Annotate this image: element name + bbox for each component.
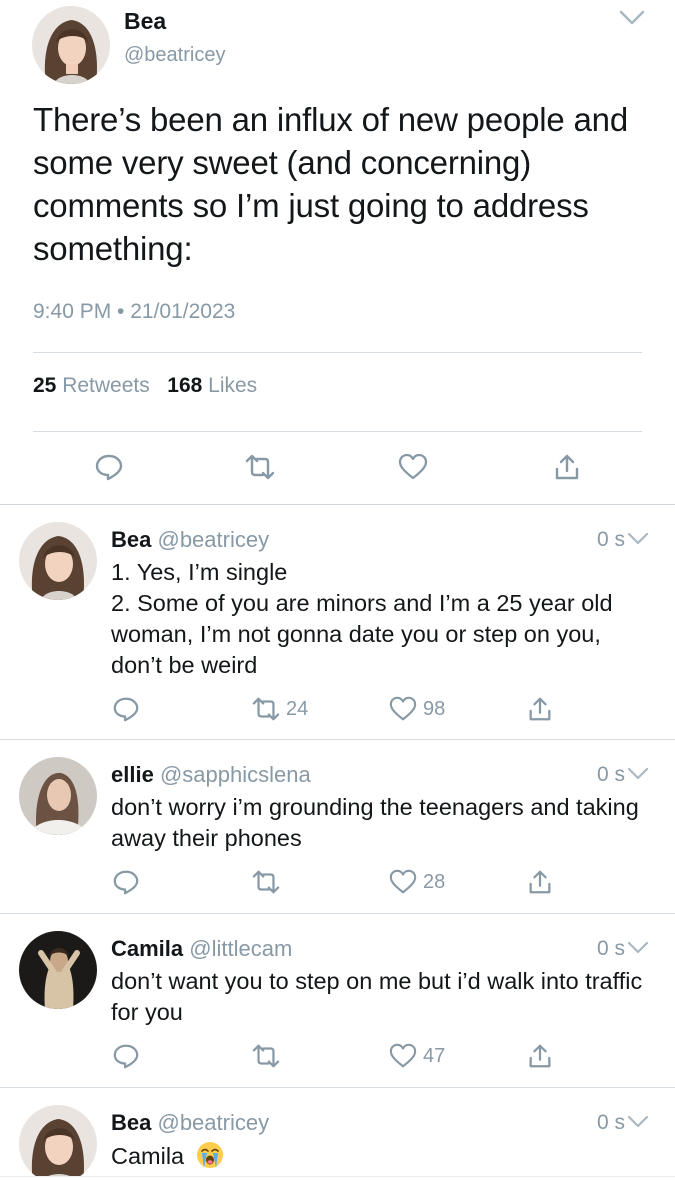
reply-time: 0 s: [596, 937, 625, 960]
author-handle[interactable]: @littlecam: [189, 936, 292, 961]
like-count: 98: [423, 697, 446, 720]
reply-icon[interactable]: [94, 452, 124, 482]
reply-icon[interactable]: [112, 1042, 140, 1070]
reply-time: 0 s: [596, 763, 625, 786]
avatar[interactable]: [32, 6, 110, 84]
reply-tweet[interactable]: ellie @sapphicslena 0 s don’t worry i’m …: [0, 740, 675, 914]
author-handle[interactable]: @beatricey: [157, 1110, 269, 1135]
share-button[interactable]: [526, 694, 554, 724]
divider: [33, 431, 642, 432]
author-handle[interactable]: @beatricey: [157, 527, 269, 552]
author-name[interactable]: Bea: [111, 527, 151, 552]
like-count: 28: [423, 870, 446, 893]
retweet-icon[interactable]: [252, 695, 280, 723]
reply-button[interactable]: [112, 1041, 140, 1071]
author-handle[interactable]: @sapphicslena: [160, 762, 311, 787]
like-icon[interactable]: [398, 452, 428, 482]
main-tweet: Bea @beatricey There’s been an influx of…: [0, 0, 675, 505]
tweet-stats: 25 Retweets 168 Likes: [33, 374, 257, 398]
retweet-button[interactable]: [252, 867, 280, 897]
reply-tweet[interactable]: Bea @beatricey 0 s Camila: [0, 1088, 675, 1183]
reply-icon[interactable]: [112, 695, 140, 723]
reply-tweet[interactable]: Bea @beatricey 0 s 1. Yes, I’m single 2.…: [0, 505, 675, 740]
crying-face-icon: [196, 1142, 223, 1168]
reply-time: 0 s: [596, 528, 625, 551]
reply-tweet[interactable]: Camila @littlecam 0 s don’t want you to …: [0, 914, 675, 1088]
share-icon[interactable]: [552, 452, 582, 482]
like-count: 47: [423, 1044, 446, 1067]
reply-text-line: 1. Yes, I’m single: [111, 559, 288, 585]
reply-header: Bea @beatricey: [111, 1110, 269, 1136]
reply-button[interactable]: [112, 694, 140, 724]
share-button[interactable]: [526, 1041, 554, 1071]
retweet-count: 24: [286, 697, 309, 720]
author-handle[interactable]: @beatricey: [124, 44, 225, 67]
reply-header: Bea @beatricey: [111, 527, 269, 553]
avatar[interactable]: [19, 757, 97, 835]
reply-text: 1. Yes, I’m single 2. Some of you are mi…: [111, 557, 651, 681]
reply-text: don’t worry i’m grounding the teenagers …: [111, 794, 639, 851]
reply-icon[interactable]: [112, 868, 140, 896]
like-button[interactable]: 98: [389, 694, 445, 724]
avatar[interactable]: [19, 522, 97, 600]
reply-actions: 28: [0, 867, 675, 897]
retweet-button[interactable]: 24: [252, 694, 308, 724]
like-button[interactable]: 47: [389, 1041, 445, 1071]
tweet-text: There’s been an influx of new people and…: [33, 101, 628, 267]
author-name[interactable]: Camila: [111, 936, 183, 961]
divider: [33, 352, 642, 353]
retweet-icon[interactable]: [245, 452, 275, 482]
likes-label[interactable]: Likes: [208, 374, 257, 397]
share-icon[interactable]: [526, 695, 554, 723]
share-icon[interactable]: [526, 868, 554, 896]
share-icon[interactable]: [526, 1042, 554, 1070]
retweets-count[interactable]: 25: [33, 374, 56, 397]
retweet-button[interactable]: [252, 1041, 280, 1071]
likes-count[interactable]: 168: [167, 374, 202, 397]
chevron-down-icon[interactable]: [617, 8, 647, 28]
tweet-timestamp: 9:40 PM • 21/01/2023: [33, 300, 236, 323]
retweets-label[interactable]: Retweets: [62, 374, 150, 397]
chevron-down-icon[interactable]: [626, 1114, 650, 1130]
chevron-down-icon[interactable]: [626, 940, 650, 956]
reply-header: Camila @littlecam: [111, 936, 292, 962]
like-icon[interactable]: [389, 695, 417, 723]
reply-actions: 47: [0, 1041, 675, 1071]
chevron-down-icon[interactable]: [626, 766, 650, 782]
reply-text-content: Camila: [111, 1143, 185, 1169]
author-name[interactable]: ellie: [111, 762, 154, 787]
reply-text: Camila: [111, 1140, 651, 1172]
retweet-icon[interactable]: [252, 868, 280, 896]
avatar[interactable]: [19, 1105, 97, 1183]
share-button[interactable]: [526, 867, 554, 897]
author-name[interactable]: Bea: [124, 8, 166, 35]
reply-text: don’t want you to step on me but i’d wal…: [111, 968, 643, 1025]
bottom-bar: [0, 1176, 675, 1200]
reply-text-line: 2. Some of you are minors and I’m a 25 y…: [111, 590, 613, 678]
reply-actions: 24 98: [0, 694, 675, 724]
reply-header: ellie @sapphicslena: [111, 762, 311, 788]
like-icon[interactable]: [389, 1042, 417, 1070]
author-name[interactable]: Bea: [111, 1110, 151, 1135]
reply-button[interactable]: [112, 867, 140, 897]
like-button[interactable]: 28: [389, 867, 445, 897]
tweet-actions: [0, 452, 675, 486]
retweet-icon[interactable]: [252, 1042, 280, 1070]
like-icon[interactable]: [389, 868, 417, 896]
avatar[interactable]: [19, 931, 97, 1009]
reply-time: 0 s: [596, 1111, 625, 1134]
chevron-down-icon[interactable]: [626, 531, 650, 547]
